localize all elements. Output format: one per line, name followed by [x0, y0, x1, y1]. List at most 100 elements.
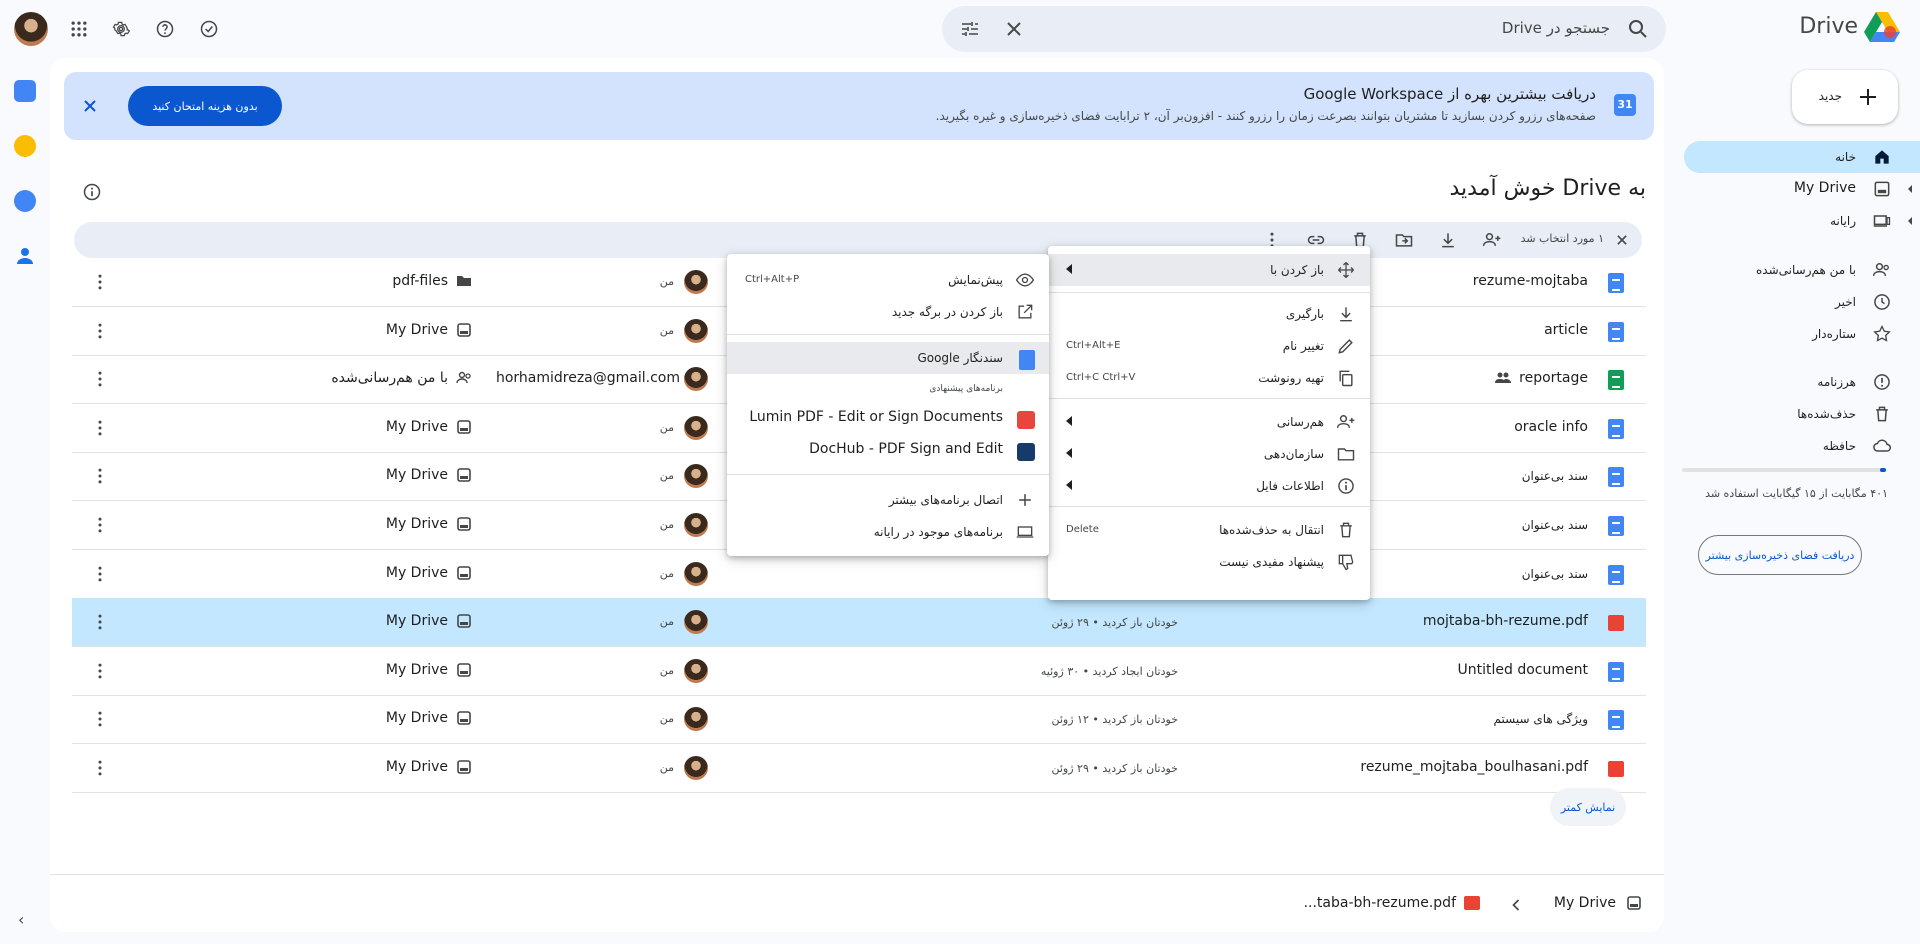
file-name[interactable]: oracle info: [1514, 419, 1588, 435]
file-location[interactable]: My Drive: [386, 613, 472, 629]
more-options-icon[interactable]: [90, 321, 110, 341]
menu-item-lumin[interactable]: Lumin PDF - Edit or Sign Documents: [727, 402, 1049, 434]
more-options-icon[interactable]: [90, 612, 110, 632]
sidebar-item-storage[interactable]: حافظه: [1684, 430, 1920, 462]
sidebar-item-shared[interactable]: با من هم‌رسانی‌شده: [1684, 254, 1920, 286]
search-icon[interactable]: [1626, 17, 1650, 41]
file-name[interactable]: rezume-mojtaba: [1473, 273, 1588, 289]
sidebar-item-trash[interactable]: حذف‌شده‌ها: [1684, 398, 1920, 430]
more-options-icon[interactable]: [90, 369, 110, 389]
breadcrumb-file[interactable]: ...taba-bh-rezume.pdf: [1304, 895, 1480, 911]
account-avatar[interactable]: [14, 12, 48, 46]
clear-search-icon[interactable]: [1002, 17, 1026, 41]
file-location[interactable]: My Drive: [386, 565, 472, 581]
sidebar-item-spam[interactable]: هرزنامه: [1684, 366, 1920, 398]
file-name[interactable]: reportage: [1495, 370, 1588, 386]
more-options-icon[interactable]: [90, 709, 110, 729]
file-name[interactable]: Untitled document: [1458, 662, 1588, 678]
file-name[interactable]: سند بی‌عنوان: [1522, 518, 1588, 532]
file-location[interactable]: My Drive: [386, 759, 472, 775]
new-button[interactable]: جدید: [1792, 70, 1898, 124]
sidebar-item-home[interactable]: خانه: [1684, 141, 1920, 173]
menu-item-preview[interactable]: پیش‌نمایش Ctrl+Alt+P: [727, 264, 1049, 296]
more-options-icon[interactable]: [90, 466, 110, 486]
doc-file-icon: [1608, 321, 1624, 342]
info-icon[interactable]: [82, 182, 102, 202]
sidebar-item-recent[interactable]: اخیر: [1684, 286, 1920, 318]
contacts-app-icon[interactable]: [14, 245, 36, 267]
sidebar-item-computers[interactable]: رایانه: [1684, 205, 1920, 237]
more-options-icon[interactable]: [90, 272, 110, 292]
menu-item-dochub[interactable]: DocHub - PDF Sign and Edit: [727, 434, 1049, 466]
menu-item-computer-apps[interactable]: برنامه‌های موجود در رایانه: [727, 516, 1049, 548]
file-name[interactable]: ویژگی های سیستم: [1494, 712, 1588, 726]
context-menu-item[interactable]: پیشنهاد مفیدی نیست: [1048, 546, 1370, 578]
file-name[interactable]: mojtaba-bh-rezume.pdf: [1423, 613, 1588, 629]
plus-icon: [1856, 85, 1880, 109]
file-location[interactable]: با من هم‌رسانی‌شده: [331, 370, 472, 386]
file-location[interactable]: My Drive: [386, 419, 472, 435]
show-less-button[interactable]: نمایش کمتر: [1550, 788, 1626, 826]
try-free-button[interactable]: بدون هزینه امتحان کنید: [128, 86, 282, 126]
file-location[interactable]: My Drive: [386, 516, 472, 532]
menu-item-connect-more[interactable]: اتصال برنامه‌های بیشتر: [727, 484, 1049, 516]
settings-gear-icon[interactable]: [106, 14, 136, 44]
file-location[interactable]: pdf-files: [392, 273, 472, 289]
table-row[interactable]: My Drive من خودتان باز کردید • ۲۹ ژوئن mojt…: [72, 598, 1646, 648]
file-name[interactable]: سند بی‌عنوان: [1522, 469, 1588, 483]
context-menu-item[interactable]: بارگیری: [1048, 298, 1370, 330]
move-icon[interactable]: [1394, 230, 1414, 250]
file-location[interactable]: My Drive: [386, 662, 472, 678]
table-row[interactable]: My Drive من خودتان ایجاد کردید • ۳۰ ژوئیه U…: [72, 647, 1646, 696]
file-name[interactable]: سند بی‌عنوان: [1522, 567, 1588, 581]
search-options-icon[interactable]: [958, 17, 982, 41]
file-name[interactable]: rezume_mojtaba_boulhasani.pdf: [1360, 759, 1588, 775]
context-menu-item[interactable]: سازمان‌دهی: [1048, 438, 1370, 470]
more-options-icon[interactable]: [90, 564, 110, 584]
context-menu-item[interactable]: هم‌رسانی: [1048, 406, 1370, 438]
table-row[interactable]: My Drive من خودتان باز کردید • ۲۹ ژوئن rezu…: [72, 744, 1646, 793]
expand-caret-icon[interactable]: [1908, 217, 1912, 225]
context-menu-item[interactable]: تهیه رونوشت Ctrl+C Ctrl+V: [1048, 362, 1370, 394]
ready-for-offline-icon[interactable]: [194, 14, 224, 44]
file-location[interactable]: My Drive: [386, 467, 472, 483]
my-drive-icon: [1872, 179, 1892, 199]
more-options-icon[interactable]: [90, 661, 110, 681]
storage-usage-text: ۴۰۱ مگابایت از ۱۵ گیگابایت استفاده شد: [1705, 487, 1888, 500]
table-row[interactable]: My Drive من خودتان باز کردید • ۱۲ ژوئن ویژگ…: [72, 695, 1646, 745]
breadcrumb-root[interactable]: My Drive: [1554, 895, 1642, 911]
more-options-icon[interactable]: [90, 418, 110, 438]
more-options-icon[interactable]: [90, 515, 110, 535]
file-location[interactable]: My Drive: [386, 710, 472, 726]
collapse-panel-icon[interactable]: ‹: [18, 910, 24, 929]
context-menu-item[interactable]: اطلاعات فایل: [1048, 470, 1370, 502]
drive-logo-icon[interactable]: [1864, 10, 1900, 42]
search-bar[interactable]: جستجو در Drive: [942, 6, 1666, 52]
share-icon[interactable]: [1482, 230, 1502, 250]
context-menu-item[interactable]: باز کردن با: [1048, 254, 1370, 286]
menu-item-new-tab[interactable]: باز کردن در برگه جدید: [727, 296, 1049, 328]
table-row[interactable]: My Drive من سند بی‌عنوان: [72, 550, 1646, 599]
calendar-app-icon[interactable]: [14, 80, 36, 102]
sidebar-item-starred[interactable]: ستاره‌دار: [1684, 318, 1920, 350]
clear-selection-icon[interactable]: [1612, 230, 1632, 250]
file-location[interactable]: My Drive: [386, 322, 472, 338]
more-options-icon[interactable]: [90, 758, 110, 778]
owner-label: من: [659, 469, 674, 483]
menu-item-google-docs[interactable]: سندنگار Google: [727, 342, 1049, 374]
keep-app-icon[interactable]: [14, 135, 36, 157]
download-icon[interactable]: [1438, 230, 1458, 250]
search-input[interactable]: جستجو در Drive: [1502, 19, 1610, 37]
help-icon[interactable]: [150, 14, 180, 44]
expand-caret-icon[interactable]: [1908, 185, 1912, 193]
context-menu-item[interactable]: انتقال به حذف‌شده‌ها Delete: [1048, 514, 1370, 546]
tasks-app-icon[interactable]: [14, 190, 36, 212]
trash-icon: [1336, 520, 1356, 540]
apps-grid-icon[interactable]: [64, 14, 94, 44]
close-banner-icon[interactable]: [78, 94, 102, 118]
file-name[interactable]: article: [1544, 322, 1588, 338]
get-more-storage-button[interactable]: دریافت فضای ذخیره‌سازی بیشتر: [1698, 535, 1862, 575]
context-menu-item[interactable]: تغییر نام Ctrl+Alt+E: [1048, 330, 1370, 362]
location-label: My Drive: [385, 564, 448, 581]
sidebar-item-my-drive[interactable]: My Drive: [1684, 173, 1920, 205]
